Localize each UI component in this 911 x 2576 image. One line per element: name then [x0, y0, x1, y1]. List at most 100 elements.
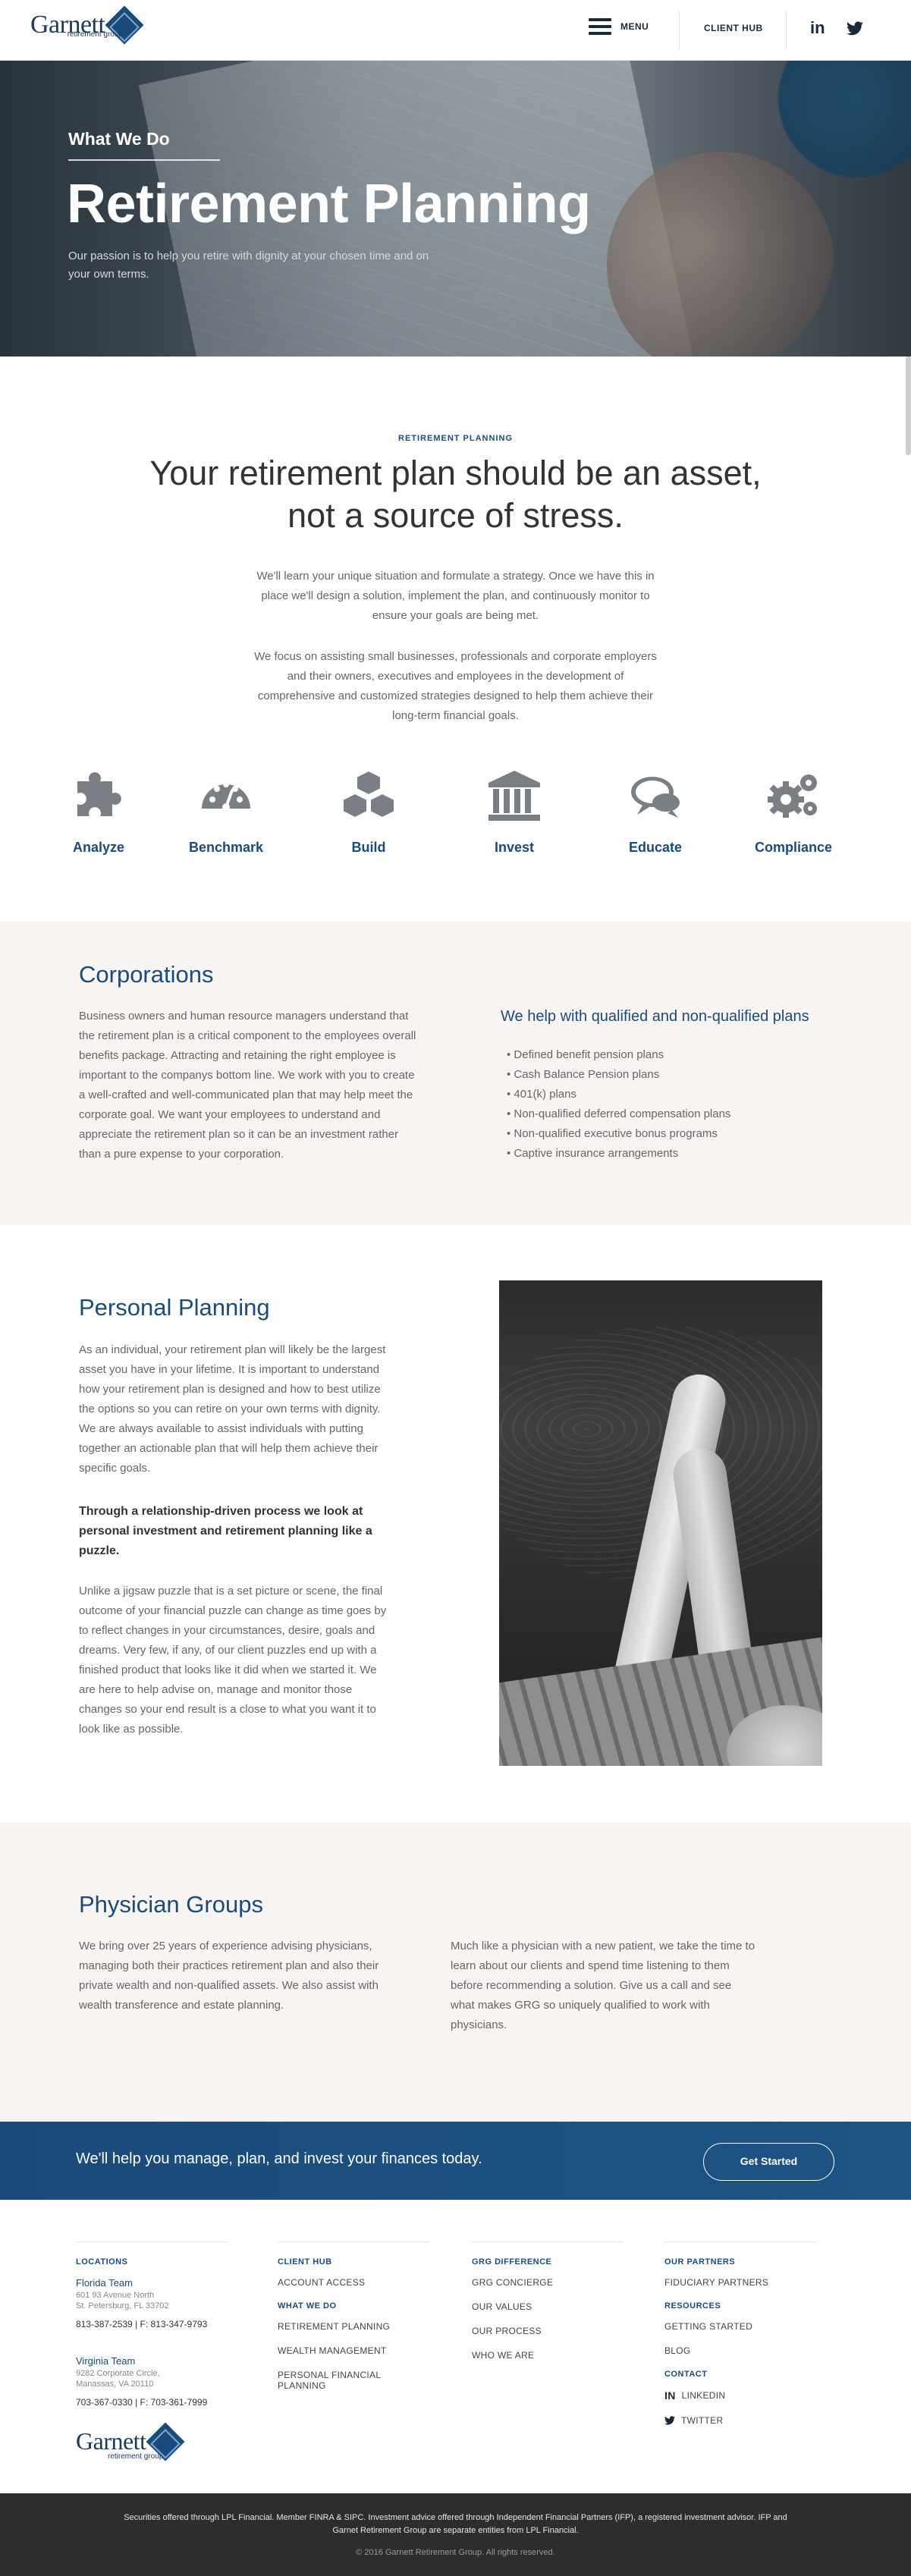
service-compliance[interactable]: Compliance	[740, 766, 847, 856]
retirement-planning-link[interactable]: RETIREMENT PLANNING	[278, 2321, 429, 2332]
bank-icon	[488, 771, 540, 821]
virginia-team-link[interactable]: Virginia Team	[76, 2355, 228, 2367]
copyright: © 2016 Garnett Retirement Group. All rig…	[356, 2548, 555, 2557]
service-label: Benchmark	[188, 840, 264, 855]
legal-disclaimer: Securities offered through LPL Financial…	[124, 2513, 787, 2535]
list-item: Cash Balance Pension plans	[507, 1065, 730, 1085]
logo-wordmark: Garnett	[76, 2427, 146, 2455]
twitter-icon	[664, 2416, 675, 2425]
service-invest[interactable]: Invest	[461, 766, 567, 856]
footer-heading[interactable]: RESOURCES	[664, 2301, 816, 2311]
footer-heading[interactable]: GRG DIFFERENCE	[472, 2257, 624, 2267]
virginia-address-1: 9282 Corporate Circle,	[76, 2369, 160, 2378]
personal-paragraph-1: As an individual, your retirement plan w…	[79, 1343, 386, 1475]
list-item: 401(k) plans	[507, 1085, 730, 1104]
our-process-link[interactable]: OUR PROCESS	[472, 2326, 624, 2336]
getting-started-link[interactable]: GETTING STARTED	[664, 2321, 816, 2332]
hamburger-icon	[589, 18, 611, 35]
account-access-link[interactable]: ACCOUNT ACCESS	[278, 2277, 429, 2288]
intro-headline-line1: Your retirement plan should be an asset,	[149, 454, 762, 492]
footer-grg-difference: GRG DIFFERENCE GRG CONCIERGE OUR VALUES …	[472, 2241, 624, 2374]
list-item: Non-qualified deferred compensation plan…	[507, 1104, 730, 1124]
footer-heading[interactable]: WHAT WE DO	[278, 2301, 429, 2311]
footer-heading: LOCATIONS	[76, 2257, 128, 2267]
cta-banner: We'll help you manage, plan, and invest …	[0, 2122, 911, 2200]
cta-text: We'll help you manage, plan, and invest …	[76, 2150, 482, 2167]
footer-partners: OUR PARTNERS FIDUCIARY PARTNERS RESOURCE…	[664, 2241, 816, 2439]
service-label: Compliance	[754, 840, 833, 855]
footer-twitter-link[interactable]: TWITTER	[664, 2415, 816, 2426]
personal-financial-planning-link[interactable]: PERSONAL FINANCIAL PLANNING	[278, 2370, 429, 2391]
footer-heading: CONTACT	[664, 2370, 708, 2379]
who-we-are-link[interactable]: WHO WE ARE	[472, 2350, 624, 2361]
section-kicker: RETIREMENT PLANNING	[398, 434, 513, 443]
legal-bar: Securities offered through LPL Financial…	[0, 2493, 911, 2576]
footer-linkedin-label: LINKEDIN	[681, 2390, 726, 2401]
service-label: Analyze	[72, 840, 125, 855]
gears-icon	[768, 774, 817, 818]
florida-address-2: St. Petersburg, FL 33702	[76, 2301, 169, 2311]
physician-title: Physician Groups	[79, 1891, 263, 1918]
blog-link[interactable]: BLOG	[664, 2345, 816, 2356]
cubes-icon	[342, 769, 395, 819]
list-item: Defined benefit pension plans	[507, 1045, 730, 1065]
virginia-address-2: Manassas, VA 20110	[76, 2380, 154, 2389]
service-label: Invest	[494, 840, 535, 855]
florida-address-1: 601 93 Avenue North	[76, 2291, 155, 2300]
corporations-body: Business owners and human resource manag…	[79, 1010, 416, 1161]
intro-paragraph-1: We'll learn your unique situation and fo…	[256, 570, 655, 622]
get-started-button[interactable]: Get Started	[703, 2143, 834, 2181]
gauge-icon	[202, 781, 250, 811]
hero-banner: What We Do Retirement Planning Our passi…	[0, 61, 911, 357]
personal-paragraph-2: Unlike a jigsaw puzzle that is a set pic…	[79, 1585, 387, 1736]
site-header: Garnett retirement group MENU CLIENT HUB…	[0, 0, 911, 61]
virginia-phone: 703-367-0330 | F: 703-361-7999	[76, 2397, 208, 2408]
plans-title: We help with qualified and non-qualified…	[501, 1008, 809, 1025]
footer-twitter-label: TWITTER	[681, 2415, 724, 2426]
hero-description: Our passion is to help you retire with d…	[68, 250, 429, 281]
logo-tagline: retirement group	[67, 30, 123, 39]
grg-concierge-link[interactable]: GRG CONCIERGE	[472, 2277, 624, 2288]
footer-heading[interactable]: CLIENT HUB	[278, 2257, 429, 2267]
menu-label: MENU	[620, 21, 649, 32]
list-item: Captive insurance arrangements	[507, 1144, 730, 1164]
hero-divider	[68, 159, 220, 161]
corporations-title: Corporations	[79, 961, 214, 988]
our-values-link[interactable]: OUR VALUES	[472, 2301, 624, 2312]
service-analyze[interactable]: Analyze	[46, 766, 152, 856]
intro-headline-line2: not a source of stress.	[287, 496, 624, 535]
footer-locations: LOCATIONS Florida Team 601 93 Avenue Nor…	[76, 2241, 228, 2408]
logo-diamond-icon	[146, 2422, 185, 2461]
florida-team-link[interactable]: Florida Team	[76, 2277, 228, 2289]
hero-kicker: What We Do	[68, 129, 170, 149]
puzzle-icon	[77, 772, 121, 816]
header-divider	[679, 11, 680, 50]
personal-photo	[499, 1280, 822, 1766]
service-benchmark[interactable]: Benchmark	[173, 766, 279, 856]
linkedin-icon[interactable]: in	[810, 18, 825, 38]
personal-highlight: Through a relationship-driven process we…	[79, 1505, 372, 1557]
header-divider	[786, 11, 787, 50]
physician-col-2: Much like a physician with a new patient…	[451, 1940, 756, 2031]
menu-button[interactable]: MENU	[589, 18, 649, 35]
wealth-management-link[interactable]: WEALTH MANAGEMENT	[278, 2345, 429, 2356]
client-hub-button[interactable]: CLIENT HUB	[704, 23, 763, 33]
florida-phone: 813-387-2539 | F: 813-347-9793	[76, 2319, 208, 2329]
service-educate[interactable]: Educate	[602, 766, 708, 856]
footer-linkedin-link[interactable]: in LINKEDIN	[664, 2389, 816, 2402]
fiduciary-partners-link[interactable]: FIDUCIARY PARTNERS	[664, 2277, 816, 2288]
service-build[interactable]: Build	[316, 766, 422, 856]
service-label: Build	[351, 840, 386, 855]
list-item: Non-qualified executive bonus programs	[507, 1124, 730, 1144]
intro-paragraph-2: We focus on assisting small businesses, …	[254, 650, 657, 722]
plans-list: Defined benefit pension plans Cash Balan…	[507, 1045, 730, 1164]
twitter-icon[interactable]	[847, 21, 863, 36]
footer-heading[interactable]: OUR PARTNERS	[664, 2257, 816, 2267]
chat-icon	[631, 777, 680, 818]
linkedin-icon: in	[664, 2389, 676, 2402]
personal-title: Personal Planning	[79, 1294, 270, 1321]
footer-logo[interactable]: Garnett retirement group	[76, 2422, 185, 2461]
hero-title: Retirement Planning	[67, 174, 591, 234]
service-label: Educate	[628, 840, 683, 855]
footer-what-we-do: CLIENT HUB ACCOUNT ACCESS WHAT WE DO RET…	[278, 2241, 429, 2405]
